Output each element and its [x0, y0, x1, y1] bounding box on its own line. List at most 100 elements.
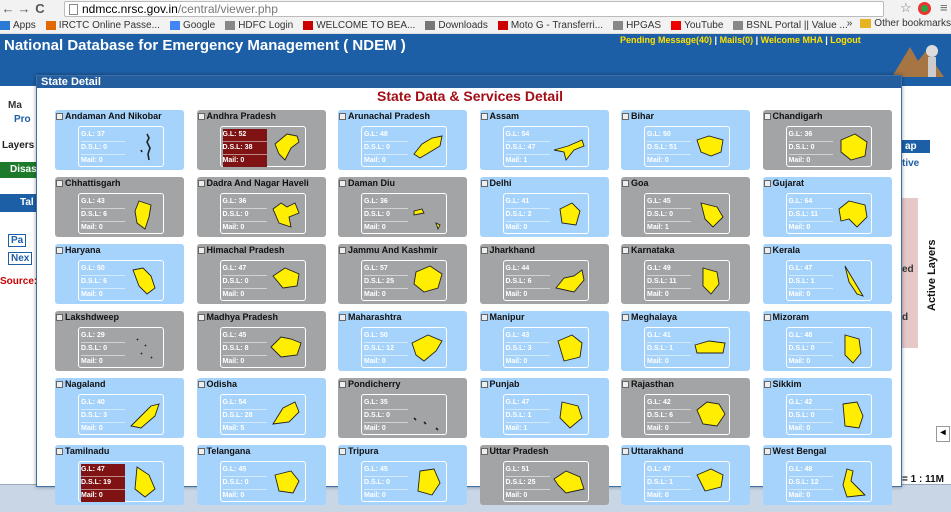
- state-map-icon[interactable]: [693, 130, 728, 165]
- state-card[interactable]: Tamilnadu G.L: 47 D.S.L: 19 Mail: 0: [55, 445, 184, 505]
- extension-icon[interactable]: [918, 2, 931, 15]
- state-card[interactable]: Haryana G.L: 50 D.S.L: 6 Mail: 0: [55, 244, 184, 304]
- state-map-icon[interactable]: [410, 465, 445, 500]
- state-checkbox[interactable]: [197, 246, 205, 254]
- state-map-icon[interactable]: [269, 398, 304, 433]
- state-map-icon[interactable]: [693, 331, 728, 366]
- state-map-icon[interactable]: [552, 331, 587, 366]
- bookmark-item[interactable]: Downloads: [425, 20, 488, 31]
- state-card[interactable]: West Bengal G.L: 48 D.S.L: 12 Mail: 0: [762, 445, 892, 505]
- state-map-icon[interactable]: [269, 331, 304, 366]
- state-map-icon[interactable]: [552, 197, 587, 232]
- profile-tab[interactable]: Pro: [14, 114, 31, 125]
- overflow-chevron[interactable]: »: [847, 18, 853, 29]
- state-card[interactable]: Telangana G.L: 45 D.S.L: 0 Mail: 0: [196, 445, 326, 505]
- state-checkbox[interactable]: [480, 179, 488, 187]
- state-checkbox[interactable]: [763, 313, 771, 321]
- state-map-icon[interactable]: [410, 264, 445, 299]
- state-card[interactable]: Uttar Pradesh G.L: 51 D.S.L: 25 Mail: 0: [479, 445, 609, 505]
- state-map-icon[interactable]: [269, 130, 304, 165]
- state-card[interactable]: Daman Diu G.L: 36 D.S.L: 0 Mail: 0: [338, 177, 467, 237]
- state-map-icon[interactable]: [835, 264, 870, 299]
- state-card[interactable]: Karnataka G.L: 49 D.S.L: 11 Mail: 0: [621, 244, 750, 304]
- state-card[interactable]: Assam G.L: 54 D.S.L: 47 Mail: 1: [479, 110, 609, 170]
- state-card[interactable]: Rajasthan G.L: 42 D.S.L: 6 Mail: 0: [621, 378, 750, 438]
- state-checkbox[interactable]: [56, 380, 63, 388]
- bookmark-item[interactable]: BSNL Portal || Value ...: [733, 20, 848, 31]
- state-card[interactable]: Nagaland G.L: 40 D.S.L: 3 Mail: 0: [55, 378, 184, 438]
- state-card[interactable]: Delhi G.L: 41 D.S.L: 2 Mail: 0: [479, 177, 609, 237]
- state-map-icon[interactable]: [835, 465, 870, 500]
- state-card[interactable]: Gujarat G.L: 64 D.S.L: 11 Mail: 0: [762, 177, 892, 237]
- state-map-icon[interactable]: [127, 130, 162, 165]
- state-checkbox[interactable]: [622, 112, 629, 120]
- state-card[interactable]: Bihar G.L: 50 D.S.L: 51 Mail: 0: [621, 110, 750, 170]
- state-checkbox[interactable]: [480, 112, 488, 120]
- state-map-icon[interactable]: [127, 264, 162, 299]
- next-button[interactable]: Nex: [8, 252, 33, 265]
- bookmark-item[interactable]: Google: [169, 20, 215, 31]
- state-card[interactable]: Goa G.L: 45 D.S.L: 0 Mail: 1: [621, 177, 750, 237]
- state-checkbox[interactable]: [622, 380, 629, 388]
- forward-icon[interactable]: →: [16, 0, 32, 18]
- state-card[interactable]: Meghalaya G.L: 41 D.S.L: 1 Mail: 0: [621, 311, 750, 371]
- bookmark-item[interactable]: WELCOME TO BEA...: [303, 20, 415, 31]
- state-card[interactable]: Pondicherry G.L: 35 D.S.L: 0 Mail: 0: [338, 378, 467, 438]
- state-card[interactable]: Sikkim G.L: 42 D.S.L: 0 Mail: 0: [762, 378, 892, 438]
- state-checkbox[interactable]: [197, 313, 205, 321]
- state-checkbox[interactable]: [339, 179, 346, 187]
- state-map-icon[interactable]: [693, 398, 728, 433]
- state-card[interactable]: Jharkhand G.L: 44 D.S.L: 6 Mail: 0: [479, 244, 609, 304]
- state-map-icon[interactable]: [835, 197, 870, 232]
- state-map-icon[interactable]: [835, 398, 870, 433]
- state-card[interactable]: Chhattisgarh G.L: 43 D.S.L: 6 Mail: 0: [55, 177, 184, 237]
- state-checkbox[interactable]: [480, 246, 488, 254]
- state-card[interactable]: Kerala G.L: 47 D.S.L: 1 Mail: 0: [762, 244, 892, 304]
- state-card[interactable]: Arunachal Pradesh G.L: 48 D.S.L: 0 Mail: 0: [338, 110, 467, 170]
- state-map-icon[interactable]: [410, 398, 445, 433]
- state-map-icon[interactable]: [410, 197, 445, 232]
- state-checkbox[interactable]: [339, 313, 346, 321]
- state-checkbox[interactable]: [480, 313, 488, 321]
- state-map-icon[interactable]: [552, 264, 587, 299]
- state-map-icon[interactable]: [127, 465, 162, 500]
- state-card[interactable]: Dadra And Nagar Haveli G.L: 36 D.S.L: 0 Mai…: [196, 177, 326, 237]
- state-map-icon[interactable]: [835, 331, 870, 366]
- state-map-icon[interactable]: [693, 465, 728, 500]
- state-checkbox[interactable]: [339, 447, 346, 455]
- state-map-icon[interactable]: [269, 465, 304, 500]
- bookmark-item[interactable]: HDFC Login: [225, 20, 293, 31]
- state-card[interactable]: Madhya Pradesh G.L: 45 D.S.L: 8 Mail: 0: [196, 311, 326, 371]
- state-checkbox[interactable]: [56, 246, 63, 254]
- state-checkbox[interactable]: [763, 112, 771, 120]
- bookmark-item[interactable]: Moto G - Transferri...: [497, 20, 603, 31]
- state-card[interactable]: Lakshdweep G.L: 29 D.S.L: 0 Mail: 0: [55, 311, 184, 371]
- state-checkbox[interactable]: [56, 112, 63, 120]
- state-checkbox[interactable]: [763, 447, 771, 455]
- state-map-icon[interactable]: [127, 331, 162, 366]
- logout-link[interactable]: Logout: [830, 35, 861, 45]
- state-checkbox[interactable]: [622, 179, 629, 187]
- bookmark-item[interactable]: HPGAS: [613, 20, 661, 31]
- bookmark-item[interactable]: Apps: [0, 20, 36, 31]
- state-card[interactable]: Himachal Pradesh G.L: 47 D.S.L: 0 Mail: 0: [196, 244, 326, 304]
- state-map-icon[interactable]: [552, 130, 587, 165]
- state-map-icon[interactable]: [552, 398, 587, 433]
- state-map-icon[interactable]: [127, 398, 162, 433]
- state-card[interactable]: Tripura G.L: 45 D.S.L: 0 Mail: 0: [338, 445, 467, 505]
- state-card[interactable]: Uttarakhand G.L: 47 D.S.L: 1 Mail: 0: [621, 445, 750, 505]
- bookmark-item[interactable]: YouTube: [671, 20, 723, 31]
- reload-icon[interactable]: C: [32, 0, 48, 18]
- state-checkbox[interactable]: [339, 380, 346, 388]
- bookmark-star-icon[interactable]: ☆: [900, 0, 912, 16]
- state-checkbox[interactable]: [56, 313, 63, 321]
- state-card[interactable]: Manipur G.L: 43 D.S.L: 3 Mail: 0: [479, 311, 609, 371]
- disaster-button[interactable]: Disast: [0, 162, 40, 178]
- state-card[interactable]: Mizoram G.L: 48 D.S.L: 0 Mail: 0: [762, 311, 892, 371]
- state-card[interactable]: Maharashtra G.L: 50 D.S.L: 12 Mail: 0: [338, 311, 467, 371]
- state-map-icon[interactable]: [693, 197, 728, 232]
- state-map-icon[interactable]: [410, 130, 445, 165]
- state-checkbox[interactable]: [622, 246, 629, 254]
- map-tab[interactable]: Ma: [8, 100, 22, 111]
- address-bar[interactable]: ndmcc.nrsc.gov.in/central/viewer.php: [64, 1, 884, 17]
